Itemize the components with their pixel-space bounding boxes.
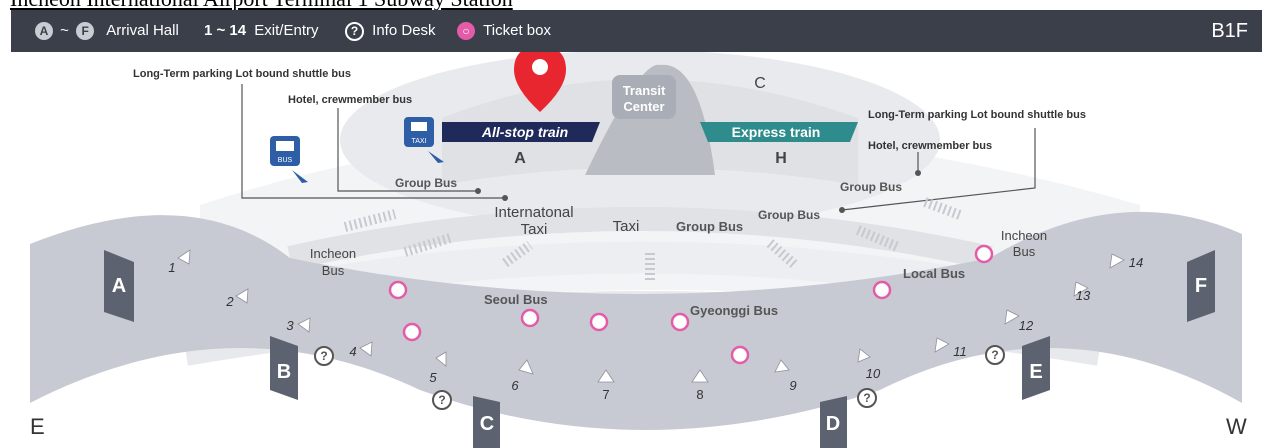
intl-taxi-label-line1: Internatonal — [494, 204, 573, 221]
floor-label: B1F — [1211, 20, 1248, 42]
info-desk-icon: ? — [345, 21, 364, 41]
ticket-box-icon-4 — [589, 312, 609, 332]
all-stop-train-label: All-stop train — [481, 124, 568, 140]
legend-exits-label: Exit/Entry — [254, 22, 319, 39]
exit-label-12: 12 — [1019, 318, 1034, 333]
legend-bar: A ~ F Arrival Hall 1 ~ 14 Exit/Entry ? I… — [11, 10, 1262, 52]
bus-icon-window — [276, 141, 294, 151]
exit-label-10: 10 — [866, 366, 881, 381]
express-train-label: Express train — [732, 124, 821, 140]
ticket-box-icon-6 — [730, 345, 750, 365]
legend-info-label: Info Desk — [372, 22, 436, 39]
hall-a-badge-icon: A — [35, 22, 53, 41]
direction-e-label: E — [30, 414, 45, 439]
info-desk-mark-e: ? — [991, 348, 998, 362]
right-hotel-label: Hotel, crewmember bus — [868, 140, 992, 152]
right-longterm-label: Long-Term parking Lot bound shuttle bus — [868, 109, 1086, 121]
hall-e-label: E — [1029, 361, 1042, 383]
exit-label-4: 4 — [349, 344, 356, 359]
legend-info: ? Info Desk — [345, 10, 436, 52]
ticket-box-icon-7 — [872, 280, 892, 300]
left-hotel-dot — [475, 188, 481, 194]
exit-label-3: 3 — [286, 318, 294, 333]
ticket-box-icon-3 — [520, 308, 540, 328]
incheon-bus-left-line2: Bus — [322, 263, 345, 278]
hall-a-label: A — [112, 275, 126, 297]
hall-d-label: D — [826, 413, 840, 435]
exit-label-13: 13 — [1076, 288, 1091, 303]
legend-arrival-label: Arrival Hall — [106, 22, 179, 39]
location-pin-dot — [532, 59, 548, 75]
exit-label-7: 7 — [602, 387, 609, 402]
right-hotel-dot — [915, 170, 921, 176]
zone-c-label: C — [754, 75, 766, 92]
transit-center-label-line1: Transit — [623, 83, 666, 98]
hall-c-label: C — [480, 413, 494, 435]
legend-exits-range: 1 ~ 14 — [204, 22, 247, 39]
legend-arrival-hall: A ~ F Arrival Hall — [35, 10, 179, 52]
exit-label-14: 14 — [1129, 255, 1143, 270]
exit-label-11: 11 — [953, 344, 967, 359]
right-longterm-dot — [839, 207, 845, 213]
intl-taxi-label-line2: Taxi — [521, 221, 548, 238]
incheon-bus-right-line1: Incheon — [1001, 228, 1047, 243]
zone-a-label: A — [514, 150, 526, 167]
hall-b-label: B — [277, 361, 291, 383]
group-bus-right-top-label: Group Bus — [840, 180, 902, 194]
hall-f-badge-icon: F — [76, 22, 95, 41]
info-desk-mark-c: ? — [438, 393, 445, 407]
transit-center-label-line2: Center — [623, 99, 664, 114]
terminal-map: Transit Center All-stop train Express tr… — [30, 52, 1247, 448]
left-longterm-dot — [502, 195, 508, 201]
gyeonggi-bus-label: Gyeonggi Bus — [690, 303, 778, 318]
hall-f-label: F — [1195, 275, 1207, 297]
zone-h-label: H — [775, 150, 787, 167]
ticket-box-icon-2 — [402, 322, 422, 342]
group-bus-center-label: Group Bus — [676, 219, 743, 234]
taxi-icon-window — [411, 122, 427, 131]
taxi-icon-text: TAXI — [411, 138, 426, 145]
exit-label-6: 6 — [511, 378, 519, 393]
ticket-box-icon-8 — [974, 244, 994, 264]
left-hotel-label: Hotel, crewmember bus — [288, 94, 412, 106]
incheon-bus-left-line1: Incheon — [310, 246, 356, 261]
exit-label-9: 9 — [789, 378, 796, 393]
ticket-box-icon: ○ — [457, 22, 475, 41]
incheon-bus-right-line2: Bus — [1013, 244, 1036, 259]
info-desk-mark-b: ? — [320, 349, 327, 363]
exit-label-1: 1 — [168, 260, 175, 275]
taxi-label: Taxi — [613, 218, 640, 235]
legend-ticket-label: Ticket box — [483, 22, 551, 39]
legend-tilde: ~ — [60, 22, 69, 39]
seoul-bus-label: Seoul Bus — [484, 292, 548, 307]
bus-icon-text: BUS — [278, 157, 293, 164]
direction-w-label: W — [1226, 414, 1247, 439]
local-bus-label: Local Bus — [903, 266, 965, 281]
group-bus-left-label: Group Bus — [395, 176, 457, 190]
ticket-box-icon-1 — [388, 280, 408, 300]
exit-label-8: 8 — [696, 387, 703, 402]
left-longterm-label: Long-Term parking Lot bound shuttle bus — [133, 68, 351, 80]
legend-exits: 1 ~ 14 Exit/Entry — [204, 10, 318, 52]
info-desk-mark-d: ? — [863, 391, 870, 405]
group-bus-right-label: Group Bus — [758, 208, 820, 222]
legend-ticket: ○ Ticket box — [457, 10, 551, 52]
exit-label-2: 2 — [225, 294, 234, 309]
exit-label-5: 5 — [429, 370, 437, 385]
ticket-box-icon-5 — [670, 312, 690, 332]
